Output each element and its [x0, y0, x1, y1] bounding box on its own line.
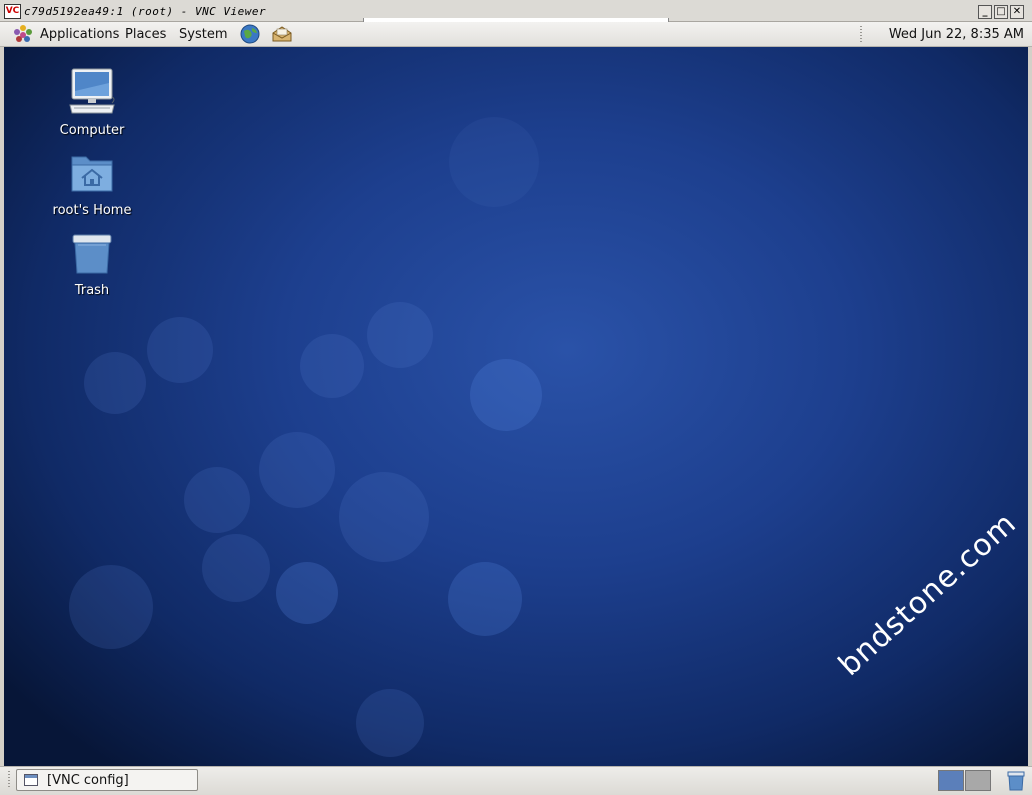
vnc-app-icon[interactable]: VC [4, 4, 21, 19]
vnc-title-bar[interactable]: VC c79d5192ea49:1 (root) - VNC Viewer _ … [0, 0, 1032, 27]
close-button[interactable]: ✕ [1010, 5, 1024, 19]
wallpaper-bokeh [276, 562, 338, 624]
desktop-icon-label: Computer [59, 123, 125, 138]
desktop[interactable]: Computer root's Home Trash bndstone.com [4, 47, 1028, 766]
desktop-icon-home[interactable]: root's Home [42, 151, 142, 218]
wallpaper-bokeh [202, 534, 270, 602]
gnome-foot-icon[interactable] [12, 24, 34, 44]
desktop-icon-trash[interactable]: Trash [42, 231, 142, 298]
wallpaper-bokeh [339, 472, 429, 562]
window-title: c79d5192ea49:1 (root) - VNC Viewer [24, 5, 267, 18]
desktop-icon-label: Trash [74, 283, 110, 298]
mail-client-icon[interactable] [271, 24, 293, 44]
wallpaper-bokeh [449, 117, 539, 207]
taskbar-button-label: [VNC config] [47, 773, 129, 788]
wallpaper-bokeh [69, 565, 153, 649]
wallpaper-bokeh [367, 302, 433, 368]
clock[interactable]: Wed Jun 22, 8:35 AM [889, 27, 1024, 42]
wallpaper-bokeh [259, 432, 335, 508]
trash-applet-icon[interactable] [1006, 770, 1026, 791]
menu-system[interactable]: System [179, 27, 227, 42]
menu-applications[interactable]: Applications [40, 27, 119, 42]
wallpaper-bokeh [300, 334, 364, 398]
trash-icon [72, 234, 112, 274]
desktop-icon-label: root's Home [52, 203, 132, 218]
wallpaper-bokeh [448, 562, 522, 636]
desktop-icon-computer[interactable]: Computer [42, 67, 142, 138]
home-folder-icon [71, 156, 113, 192]
menu-places[interactable]: Places [125, 27, 166, 42]
workspace-1[interactable] [938, 770, 964, 791]
maximize-button[interactable]: □ [994, 5, 1008, 19]
panel-grip [8, 771, 10, 788]
workspace-2[interactable] [965, 770, 991, 791]
wallpaper-bokeh [184, 467, 250, 533]
minimize-button[interactable]: _ [978, 5, 992, 19]
bottom-panel: [VNC config] [0, 766, 1032, 795]
watermark-text: bndstone.com [832, 505, 1024, 684]
web-browser-icon[interactable] [239, 24, 261, 44]
window-icon [24, 774, 38, 786]
top-panel: Applications Places System Wed Jun 22, 8… [0, 22, 1032, 47]
wallpaper-bokeh [470, 359, 542, 431]
wallpaper-bokeh [84, 352, 146, 414]
wallpaper-bokeh [356, 689, 424, 757]
taskbar-button-vnc-config[interactable]: [VNC config] [16, 769, 198, 791]
computer-icon [69, 68, 115, 114]
wallpaper-bokeh [147, 317, 213, 383]
panel-grip [860, 26, 862, 43]
